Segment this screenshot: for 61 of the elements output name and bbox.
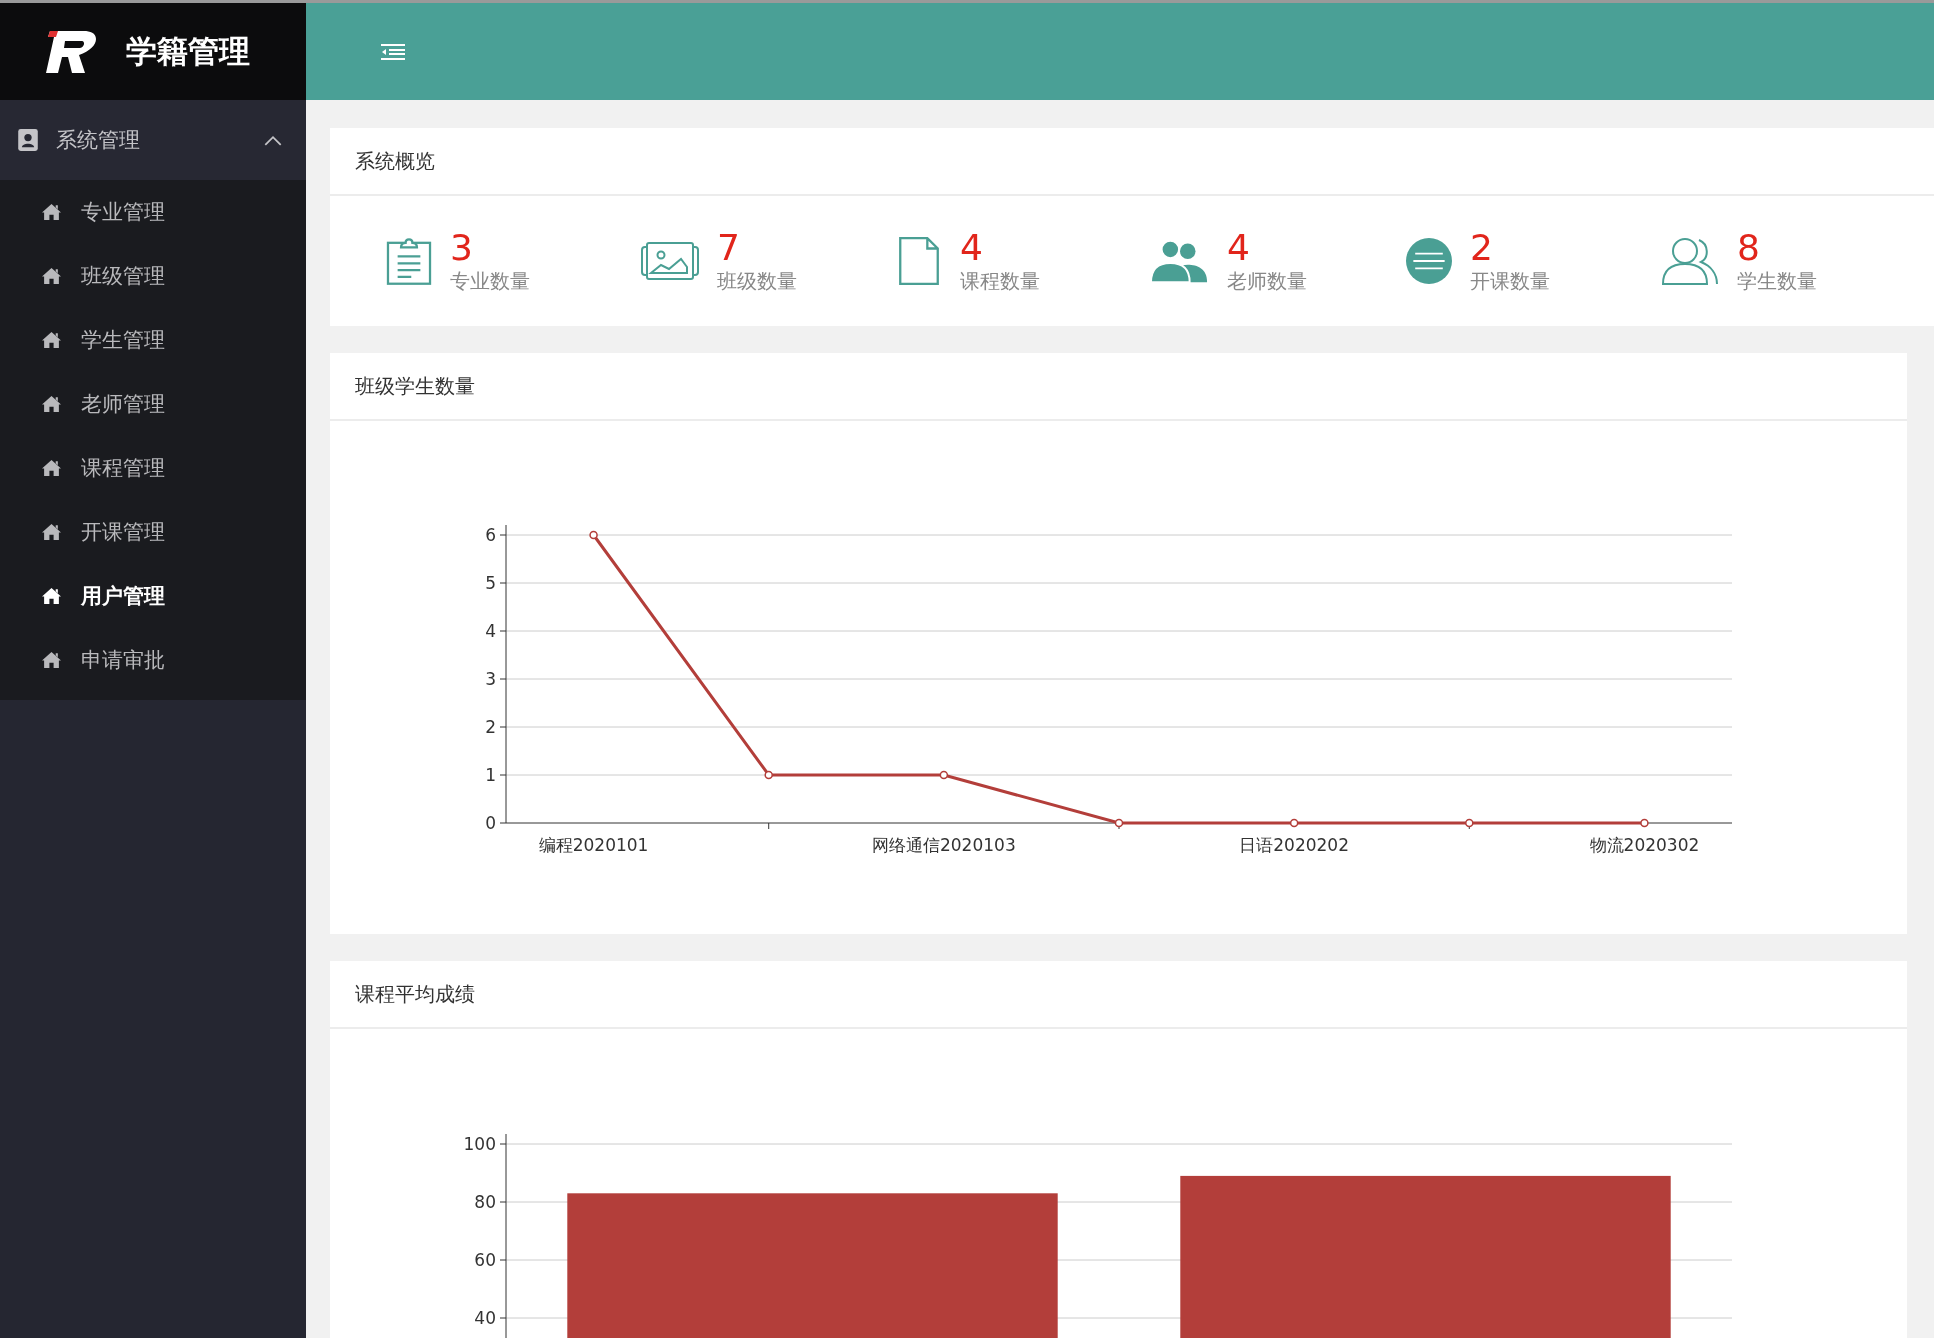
home-icon bbox=[42, 588, 61, 604]
stat-label: 专业数量 bbox=[450, 267, 530, 295]
axis-label: 物流2020302 bbox=[1589, 835, 1700, 855]
axis-label: 5 bbox=[485, 573, 496, 593]
stat-label: 课程数量 bbox=[960, 267, 1040, 295]
stat-value: 8 bbox=[1737, 227, 1761, 268]
card-title: 系统概览 bbox=[330, 128, 1934, 196]
sidebar-item[interactable]: 班级管理 bbox=[0, 244, 306, 308]
home-icon bbox=[42, 204, 61, 220]
contact-card-icon bbox=[18, 129, 38, 151]
list-icon bbox=[1406, 236, 1452, 286]
data-point bbox=[589, 530, 598, 540]
data-point bbox=[1640, 818, 1649, 828]
home-icon bbox=[42, 460, 61, 476]
data-point bbox=[939, 770, 949, 780]
axis-label: 6 bbox=[485, 525, 496, 545]
axis-label: 2 bbox=[485, 717, 496, 737]
clipboard-icon bbox=[386, 236, 432, 286]
axis-label: 1 bbox=[485, 765, 496, 785]
card-title: 课程平均成绩 bbox=[330, 961, 1907, 1029]
axis-label: 日语2020202 bbox=[1239, 835, 1349, 855]
home-icon bbox=[42, 652, 61, 668]
sidebar-item[interactable]: 专业管理 bbox=[0, 180, 306, 244]
home-icon bbox=[42, 268, 61, 284]
file-icon bbox=[896, 236, 942, 286]
axis-label: 编程2020101 bbox=[538, 835, 649, 855]
card-title: 班级学生数量 bbox=[330, 353, 1907, 421]
sidebar-item[interactable]: 用户管理 bbox=[0, 564, 306, 628]
stat-label: 班级数量 bbox=[717, 267, 797, 295]
axis-label: 网络通信2020103 bbox=[872, 835, 1016, 855]
stat-value: 4 bbox=[1227, 227, 1251, 268]
sidebar-item[interactable]: 老师管理 bbox=[0, 372, 306, 436]
axis-label: 60 bbox=[474, 1250, 496, 1270]
axis-label: 40 bbox=[474, 1308, 496, 1328]
axis-label: 0 bbox=[485, 813, 496, 833]
stat-label: 学生数量 bbox=[1737, 267, 1817, 295]
axis-label: 3 bbox=[485, 669, 496, 689]
stat-label: 开课数量 bbox=[1470, 267, 1550, 295]
stat-value: 7 bbox=[717, 227, 741, 268]
chevron-icon bbox=[264, 134, 282, 146]
stat-value: 2 bbox=[1470, 227, 1494, 268]
data-point bbox=[764, 770, 773, 780]
sidebar-item[interactable]: 课程管理 bbox=[0, 436, 306, 500]
home-icon bbox=[42, 524, 61, 540]
axis-label: 80 bbox=[474, 1192, 496, 1212]
axis-label: 4 bbox=[485, 621, 496, 641]
app-title: 学籍管理 bbox=[126, 31, 250, 71]
data-point bbox=[1465, 818, 1474, 828]
stat-label: 老师数量 bbox=[1227, 267, 1307, 295]
home-icon bbox=[42, 396, 61, 412]
menu-icon[interactable] bbox=[381, 43, 405, 60]
data-point bbox=[1289, 818, 1299, 828]
data-point bbox=[1114, 818, 1124, 828]
sidebar-item[interactable]: 学生管理 bbox=[0, 308, 306, 372]
users-outline-icon bbox=[1661, 236, 1719, 286]
home-icon bbox=[42, 332, 61, 348]
stat-value: 3 bbox=[450, 227, 474, 268]
sidebar-item[interactable]: 申请审批 bbox=[0, 628, 306, 692]
axis-label: 100 bbox=[463, 1134, 496, 1154]
sidebar-item[interactable]: 开课管理 bbox=[0, 500, 306, 564]
stat-value: 4 bbox=[960, 227, 984, 268]
